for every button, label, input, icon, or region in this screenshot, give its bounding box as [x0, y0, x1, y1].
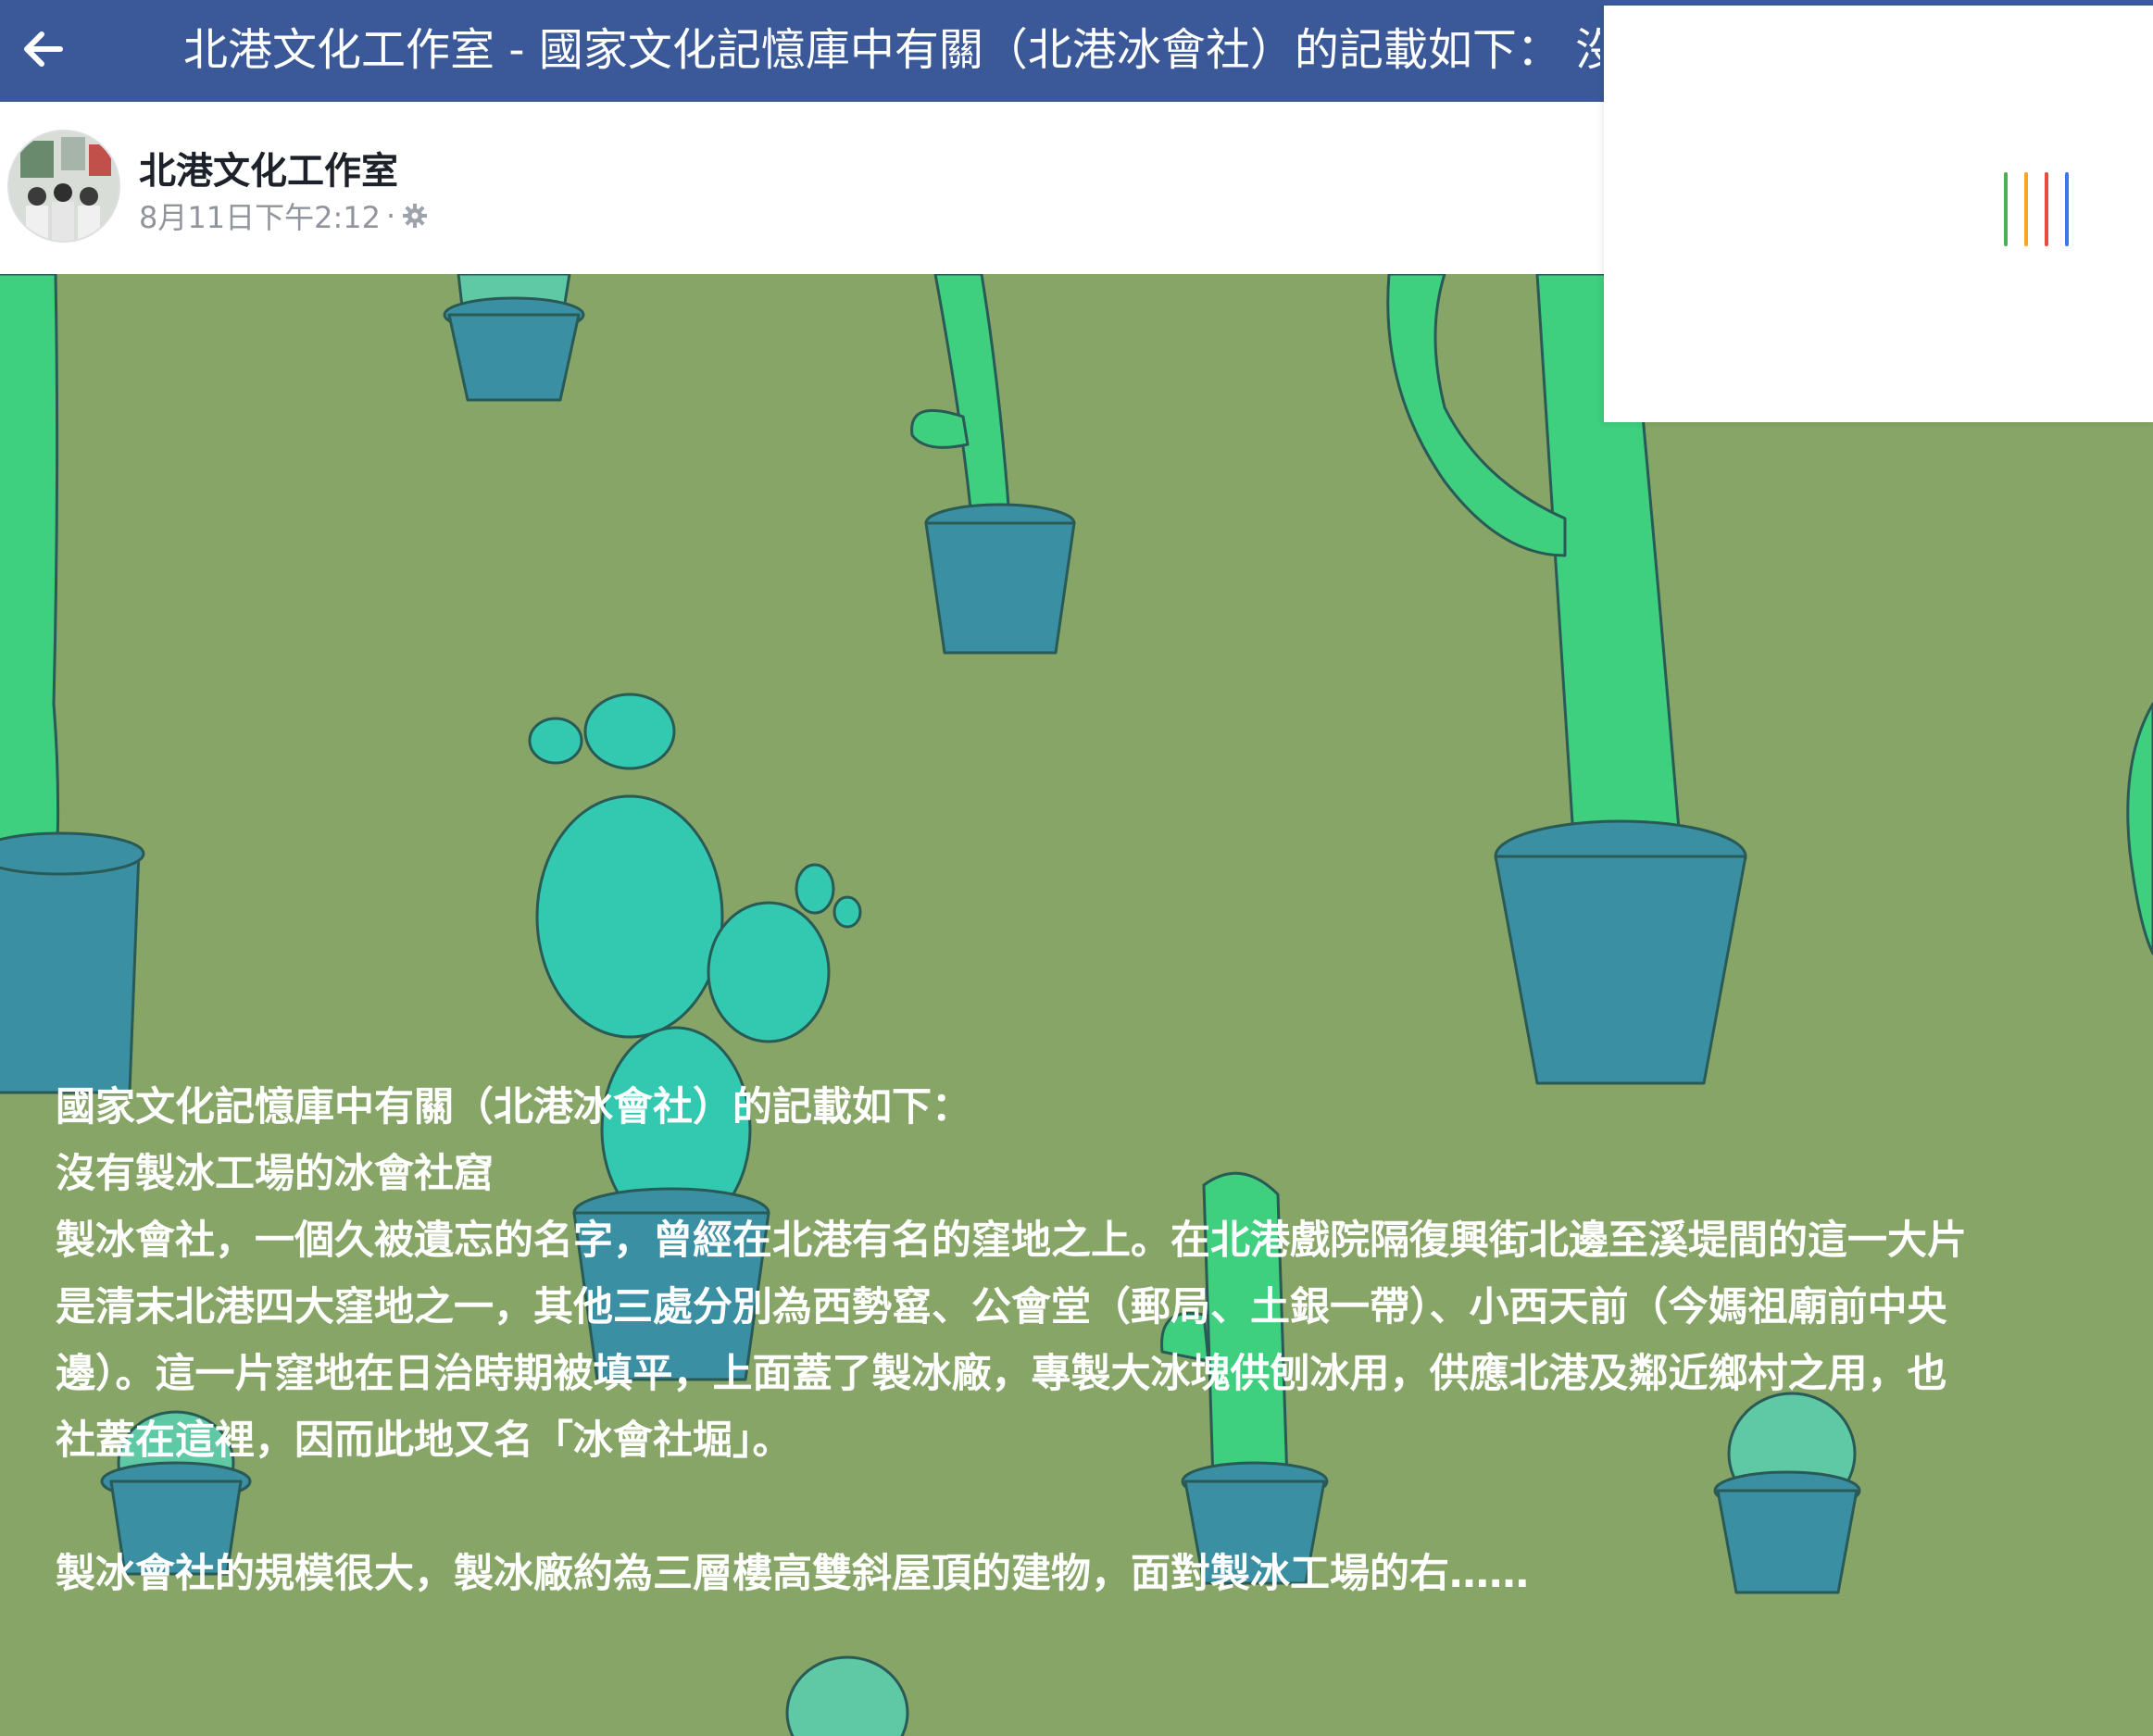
loader-bar — [2024, 172, 2028, 246]
loader-bar — [2004, 172, 2008, 246]
page-title: 北港文化工作室 - 國家文化記憶庫中有關（北港冰會社）的記載如下： 沒 — [183, 24, 1600, 76]
post-line: 國家文化記憶庫中有關（北港冰會社）的記載如下： — [56, 1084, 971, 1130]
loading-bars-icon — [2004, 172, 2069, 246]
cactus-top-small — [443, 274, 585, 402]
gear-icon — [403, 204, 428, 228]
post-timestamp[interactable]: 8月11日下午2:12 — [139, 194, 381, 237]
cactus-middle — [910, 274, 1076, 655]
post-line: 製冰會社的規模很大，製冰廠約為三層樓高雙斜屋頂的建物，面對製冰工場的右…… — [56, 1551, 1529, 1597]
post-text: 國家文化記憶庫中有關（北港冰會社）的記載如下： 沒有製冰工場的冰會社窟 製冰會社… — [56, 1074, 2153, 1607]
avatar[interactable] — [7, 130, 120, 243]
post-line: 是清末北港四大窪地之一，其他三處分別為西勢窰、公會堂（郵局、土銀一帶）、小西天前… — [56, 1284, 1947, 1330]
arrow-left-icon — [24, 31, 63, 67]
avatar-photo — [9, 131, 119, 241]
back-button[interactable] — [11, 17, 76, 81]
loader-bar — [2065, 172, 2069, 246]
loader-bar — [2045, 172, 2048, 246]
post-line-blank — [56, 1474, 2153, 1541]
post-line: 沒有製冰工場的冰會社窟 — [56, 1151, 494, 1197]
cactus-bottom — [785, 1655, 909, 1736]
post-header: 北港文化工作室 8月11日下午2:12 · — [0, 102, 1604, 274]
cactus-right-edge — [2126, 702, 2153, 955]
cactus-left — [0, 274, 145, 1094]
loading-panel — [1604, 6, 2153, 422]
post-line: 社蓋在這裡，因而此地又名「冰會社堀」。 — [56, 1418, 793, 1464]
post-line: 製冰會社，一個久被遺忘的名字，曾經在北港有名的窪地之上。在北港戲院隔復興街北邊至… — [56, 1218, 1967, 1264]
page-name[interactable]: 北港文化工作室 — [139, 141, 398, 194]
meta-separator: · — [385, 198, 396, 233]
post-line: 邊）。這一片窪地在日治時期被填平，上面蓋了製冰廠，專製大冰塊供刨冰用，供應北港及… — [56, 1351, 1947, 1397]
post-meta: 8月11日下午2:12 · — [139, 194, 429, 237]
